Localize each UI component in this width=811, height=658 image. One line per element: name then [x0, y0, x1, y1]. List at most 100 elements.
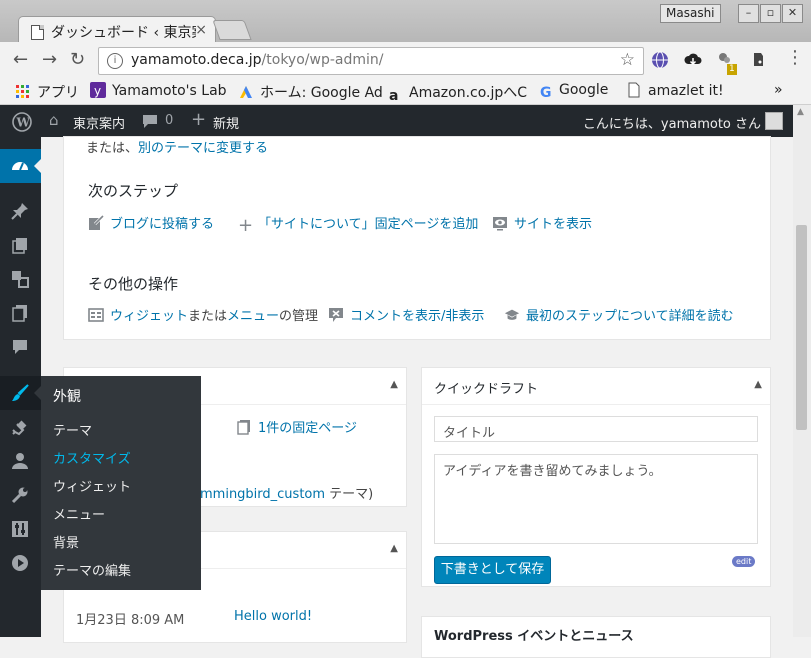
- draft-content-textarea[interactable]: アイディアを書き留めてみましょう。: [434, 454, 758, 544]
- scroll-up-arrow-icon[interactable]: ▲: [797, 107, 804, 117]
- widgets-link[interactable]: ウィジェット: [110, 309, 188, 324]
- bookmarks-overflow-button[interactable]: »: [774, 82, 783, 98]
- submenu-item-background[interactable]: 背景: [53, 532, 79, 551]
- comment-icon[interactable]: [142, 114, 158, 129]
- sidebar-item-settings[interactable]: [0, 512, 41, 546]
- sidebar-item-tools[interactable]: [0, 478, 41, 512]
- sidebar-item-comments[interactable]: [0, 330, 41, 364]
- bookmark-amazlet[interactable]: amazlet it!: [626, 82, 724, 99]
- quick-draft-header: クイックドラフト ▲: [422, 368, 770, 405]
- view-site-item[interactable]: サイトを表示: [492, 213, 592, 232]
- sidebar-item-appearance[interactable]: [0, 376, 41, 410]
- browser-toolbar: ← → ↻ i yamamoto.deca.jp/tokyo/wp-admin/…: [0, 42, 811, 78]
- bookmark-yamamotos-lab[interactable]: y Yamamoto's Lab: [90, 82, 227, 99]
- appearance-submenu: 外観 テーマ カスタマイズ ウィジェット メニュー 背景 テーマの編集: [41, 376, 201, 590]
- menu-kebab-icon[interactable]: ⋮: [786, 48, 804, 68]
- media-icon: [12, 238, 27, 254]
- close-window-button[interactable]: ✕: [782, 4, 803, 23]
- link-icon: [12, 271, 29, 288]
- submenu-item-customize[interactable]: カスタマイズ: [53, 448, 131, 467]
- widgets-icon: [88, 308, 104, 322]
- sidebar-item-collapse[interactable]: [0, 546, 41, 580]
- wp-news-box: WordPress イベントとニュース: [421, 616, 771, 658]
- bookmark-google-ads[interactable]: ホーム: Google Ad: [238, 82, 383, 102]
- toggle-arrow-icon[interactable]: ▲: [390, 543, 398, 554]
- submenu-item-themes[interactable]: テーマ: [53, 420, 92, 439]
- maximize-button[interactable]: ▫: [760, 4, 781, 23]
- change-theme-link[interactable]: 別のテーマに変更する: [138, 141, 268, 156]
- add-about-page-item[interactable]: + 「サイトについて」固定ページを追加: [238, 213, 478, 236]
- learn-more-item[interactable]: 最初のステップについて詳細を読む: [504, 305, 734, 324]
- browser-titlebar: ダッシュボード ‹ 東京案内 × Masashi – ▫ ✕: [0, 0, 811, 45]
- write-post-item[interactable]: ブログに投稿する: [88, 213, 214, 232]
- manage-widgets-menus-item: ウィジェットまたはメニューの管理: [88, 305, 318, 324]
- profile-button[interactable]: Masashi: [660, 4, 721, 23]
- new-tab-button[interactable]: [212, 20, 252, 40]
- appearance-submenu-heading[interactable]: 外観: [53, 386, 81, 406]
- quick-draft-box: クイックドラフト ▲ タイトル アイディアを書き留めてみましょう。 下書きとして…: [421, 367, 771, 587]
- page-scrollbar[interactable]: ▲: [793, 105, 811, 637]
- address-bar[interactable]: i yamamoto.deca.jp/tokyo/wp-admin/ ☆: [98, 47, 644, 75]
- bookmark-google[interactable]: G Google: [540, 82, 608, 101]
- welcome-panel: または、別のテーマに変更する 次のステップ ブログに投稿する + 「サイトについて…: [63, 136, 771, 340]
- activity-post-link[interactable]: Hello world!: [234, 609, 312, 624]
- pages-count-item[interactable]: 1件の固定ページ: [236, 417, 357, 436]
- sidebar-item-users[interactable]: [0, 444, 41, 478]
- menus-link[interactable]: メニュー: [227, 309, 279, 324]
- site-name-link[interactable]: 東京案内: [73, 113, 125, 132]
- avatar[interactable]: [765, 112, 783, 130]
- change-theme-row: または、別のテーマに変更する: [86, 141, 269, 156]
- wp-admin-bar: W ⌂ 東京案内 0 + 新規 こんにちは、yamamoto さん: [0, 105, 793, 137]
- minimize-button[interactable]: –: [738, 4, 759, 23]
- sidebar-item-plugins[interactable]: [0, 410, 41, 444]
- wordpress-logo-icon[interactable]: W: [12, 112, 32, 132]
- bookmark-apps[interactable]: アプリ: [15, 82, 79, 102]
- submenu-item-theme-editor[interactable]: テーマの編集: [53, 560, 131, 579]
- sidebar-item-posts[interactable]: [0, 194, 41, 228]
- info-icon[interactable]: i: [107, 53, 123, 69]
- bookmark-star-icon[interactable]: ☆: [620, 50, 635, 70]
- account-greeting[interactable]: こんにちは、yamamoto さん: [583, 113, 761, 132]
- edit-badge[interactable]: edit: [732, 556, 756, 567]
- sidebar-item-dashboard[interactable]: [0, 149, 41, 183]
- comments-bubble-icon: [13, 340, 27, 354]
- evernote-icon[interactable]: [749, 51, 767, 69]
- scrollbar-thumb[interactable]: [796, 225, 807, 430]
- tab-title: ダッシュボード ‹ 東京案内: [51, 25, 196, 41]
- sidebar-item-links[interactable]: [0, 262, 41, 296]
- submenu-item-menus[interactable]: メニュー: [53, 504, 105, 523]
- tab-close-button[interactable]: ×: [195, 22, 207, 38]
- url-text[interactable]: yamamoto.deca.jp/tokyo/wp-admin/: [131, 52, 383, 68]
- pushpin-icon: [11, 203, 28, 220]
- wp-admin-sidebar: [0, 137, 41, 637]
- forward-arrow-icon[interactable]: →: [42, 50, 57, 70]
- bookmark-amazon[interactable]: a Amazon.co.jpへC: [389, 82, 527, 104]
- pages-icon: [237, 420, 250, 435]
- bookmarks-bar: アプリ y Yamamoto's Lab ホーム: Google Ad a Amaz…: [0, 78, 811, 105]
- page-icon: [628, 82, 640, 98]
- browser-tab[interactable]: ダッシュボード ‹ 東京案内 ×: [18, 16, 216, 45]
- toggle-arrow-icon[interactable]: ▲: [390, 379, 398, 390]
- sidebar-item-pages[interactable]: [0, 296, 41, 330]
- theme-link[interactable]: mmingbird_custom: [200, 487, 325, 502]
- cloud-download-extension-icon[interactable]: [684, 51, 702, 69]
- new-content-link[interactable]: 新規: [213, 113, 239, 132]
- browser-globe-extension-icon[interactable]: [651, 51, 669, 69]
- back-arrow-icon[interactable]: ←: [13, 50, 28, 70]
- svg-text:y: y: [94, 84, 101, 98]
- comments-count[interactable]: 0: [165, 113, 173, 128]
- quick-draft-title: クイックドラフト: [434, 382, 539, 397]
- sidebar-item-media[interactable]: [0, 228, 41, 262]
- wrench-icon: [11, 487, 28, 504]
- reload-icon[interactable]: ↻: [70, 50, 85, 70]
- home-icon: ⌂: [49, 111, 59, 129]
- save-draft-button[interactable]: 下書きとして保存: [434, 556, 551, 584]
- draft-title-input[interactable]: タイトル: [434, 416, 758, 442]
- pages-icon: [12, 305, 27, 322]
- toggle-arrow-icon[interactable]: ▲: [754, 379, 762, 390]
- yahoo-icon: y: [90, 82, 106, 98]
- submenu-item-widgets[interactable]: ウィジェット: [53, 476, 131, 495]
- toggle-comments-item[interactable]: コメントを表示/非表示: [328, 305, 484, 324]
- plus-icon: +: [238, 215, 254, 236]
- wp-news-title: WordPress イベントとニュース: [434, 629, 634, 644]
